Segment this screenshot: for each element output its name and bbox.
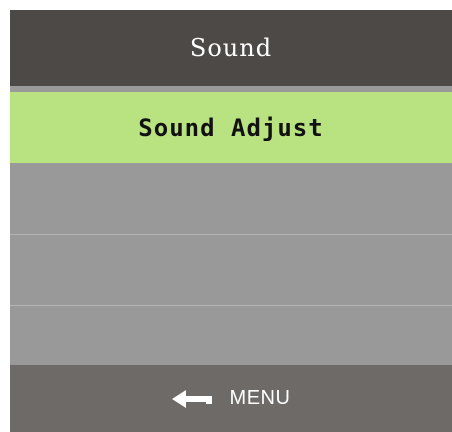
sound-osd-menu: Sound Sound Adjust MENU — [10, 10, 452, 432]
left-arrow-return-icon — [171, 389, 212, 408]
menu-title: Sound — [189, 34, 273, 62]
menu-item-empty-2[interactable] — [10, 163, 452, 235]
menu-item-label: Sound Adjust — [138, 113, 324, 142]
menu-item-empty-3[interactable] — [10, 235, 452, 306]
back-to-menu-button[interactable]: MENU — [171, 387, 291, 410]
menu-footer[interactable]: MENU — [10, 365, 452, 432]
menu-header: Sound — [10, 10, 452, 86]
menu-item-sound-adjust[interactable]: Sound Adjust — [10, 92, 452, 163]
menu-label: MENU — [229, 387, 291, 409]
